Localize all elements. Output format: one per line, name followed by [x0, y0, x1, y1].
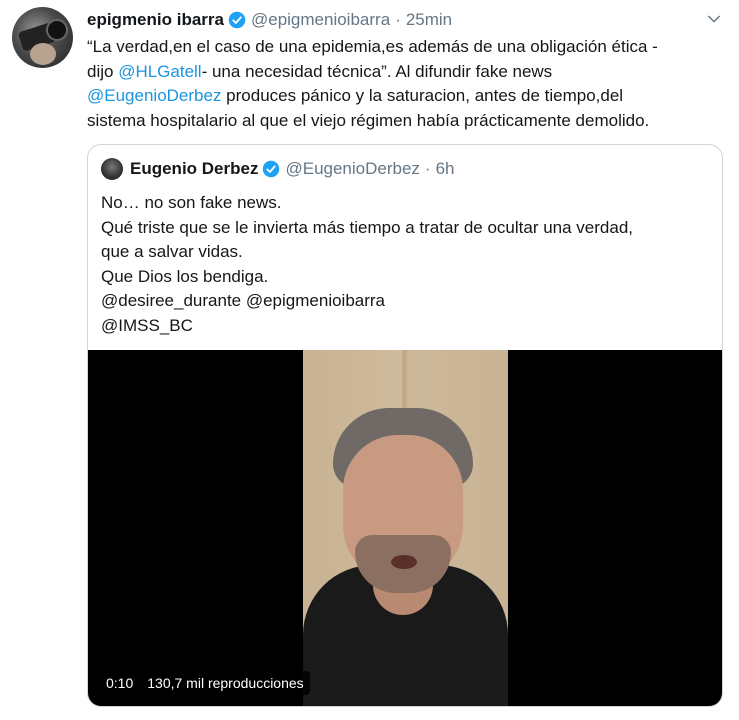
tweet-text-line: “La verdad,en el caso de una epidemia,es…	[87, 37, 658, 56]
video-frame	[303, 350, 508, 706]
quoted-tweet-card[interactable]: Eugenio Derbez @EugenioDerbez · 6h No… n…	[87, 144, 723, 707]
quoted-text-line: Que Dios los bendiga.	[101, 266, 269, 286]
quoted-tweet-text: No… no son fake news. Qué triste que se …	[101, 191, 633, 338]
tweet-text-fragment: dijo	[87, 61, 119, 81]
chevron-down-icon[interactable]	[705, 10, 723, 28]
video-player[interactable]: 0:10 130,7 mil reproducciones	[88, 350, 722, 706]
author-name[interactable]: epigmenio ibarra	[87, 10, 224, 30]
verified-icon	[228, 11, 246, 29]
quoted-timestamp: 6h	[435, 159, 455, 178]
video-info-badge: 0:10 130,7 mil reproducciones	[100, 671, 310, 695]
quoted-author-name: Eugenio Derbez	[130, 159, 259, 178]
tweet-text: “La verdad,en el caso de una epidemia,es…	[87, 35, 727, 133]
quoted-text-line: que a salvar vidas.	[101, 242, 243, 261]
verified-icon	[263, 160, 280, 178]
quoted-text-line: No… no son fake news.	[101, 193, 282, 212]
tweet-text-fragment: - una necesidad técnica”. Al difundir fa…	[201, 61, 553, 81]
avatar-face-shape	[30, 43, 56, 65]
tweet-header: epigmenio ibarra @epigmenioibarra · 25mi…	[87, 8, 452, 32]
quoted-header-separator: ·	[424, 159, 431, 178]
quoted-text-line: @desiree_durante @epigmenioibarra	[101, 291, 386, 310]
quoted-author-handle: @EugenioDerbez	[285, 159, 420, 178]
quoted-text-line: @IMSS_BC	[101, 315, 193, 335]
author-avatar[interactable]	[12, 7, 73, 68]
tweet-text-fragment: produces pánico y la saturacion, antes d…	[221, 86, 624, 105]
mention-link[interactable]: @HLGatell	[118, 62, 201, 81]
tweet-timestamp[interactable]: 25min	[406, 10, 452, 30]
video-mouth-shape	[391, 555, 417, 569]
video-duration: 0:10	[106, 675, 134, 691]
quoted-author-avatar	[101, 158, 123, 180]
video-views: 130,7 mil reproducciones	[147, 675, 304, 691]
quoted-text-line: Qué triste que se le invierta más tiempo…	[101, 217, 633, 237]
tweet-text-line: sistema hospitalario al que el viejo rég…	[87, 110, 650, 130]
mention-link[interactable]: @EugenioDerbez	[87, 86, 221, 105]
author-handle[interactable]: @epigmenioibarra	[251, 10, 390, 30]
avatar-lens-shape	[46, 19, 68, 41]
tweet-text-line: @EugenioDerbez produces pánico y la satu…	[87, 84, 727, 109]
quoted-tweet-header: Eugenio Derbez @EugenioDerbez · 6h	[101, 157, 455, 181]
tweet-text-line: dijo @HLGatell- una necesidad técnica”. …	[87, 60, 727, 85]
header-separator: ·	[395, 10, 401, 29]
